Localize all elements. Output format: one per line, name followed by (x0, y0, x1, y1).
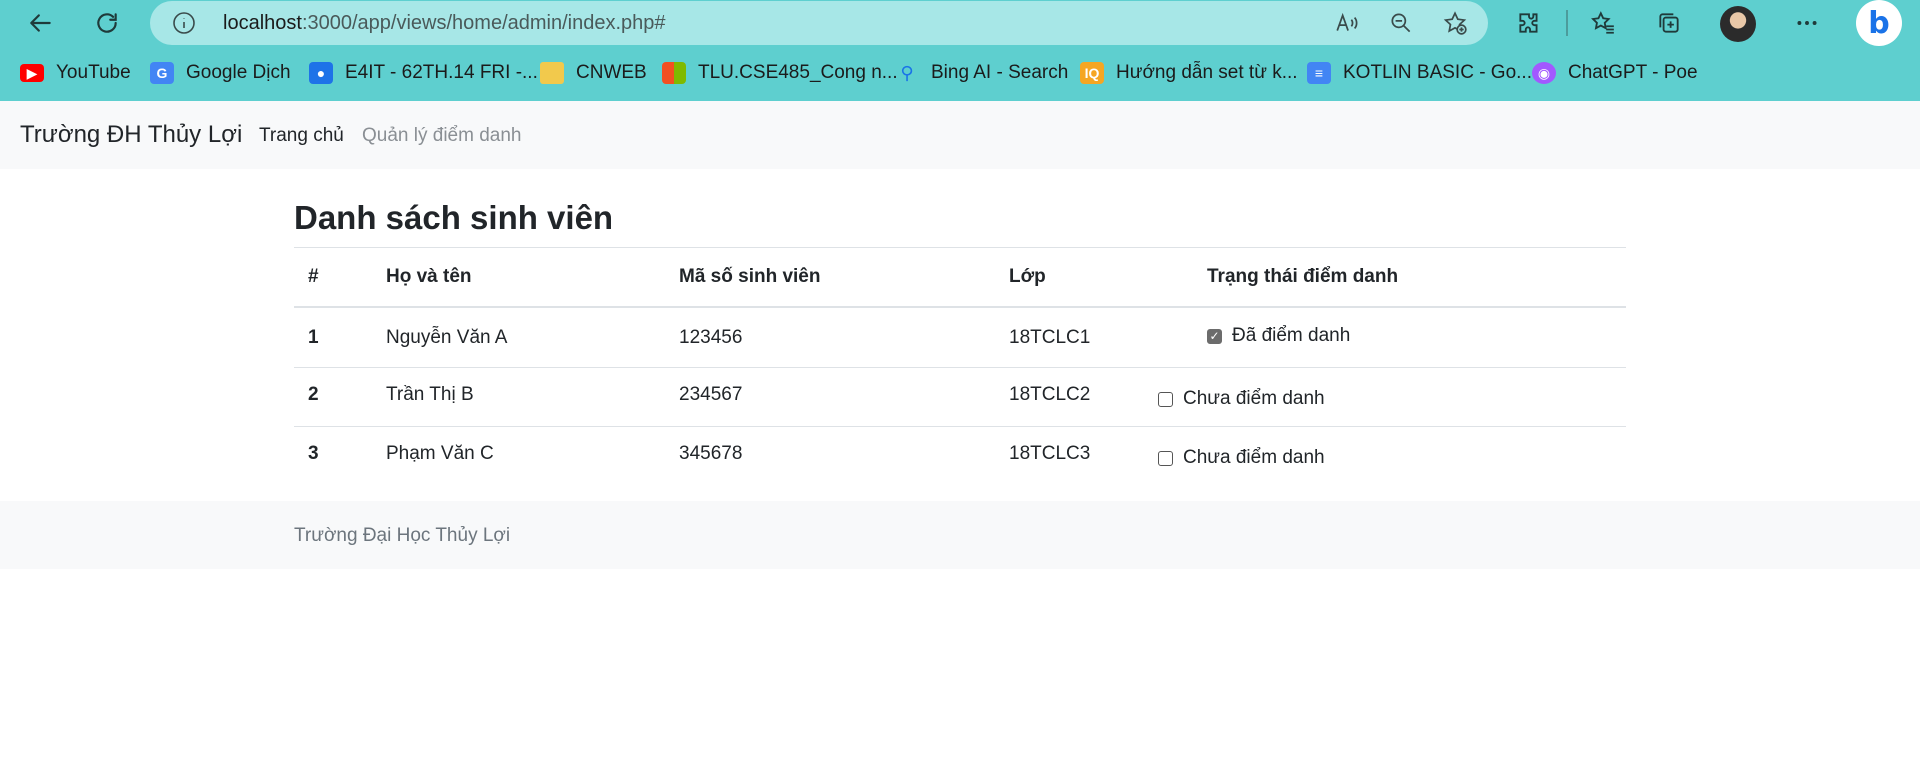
favorites-icon[interactable] (1584, 5, 1622, 41)
column-header-student-id: Mã số sinh viên (679, 266, 821, 287)
attendance-checkbox-label[interactable]: ✓ Đã điểm danh (1207, 325, 1350, 347)
search-icon: ⚲ (900, 62, 914, 83)
more-menu-icon[interactable] (1788, 5, 1826, 41)
student-class: 18TCLC2 (1009, 384, 1091, 405)
address-bar[interactable]: localhost:3000/app/views/home/admin/inde… (150, 1, 1488, 45)
extensions-icon[interactable] (1510, 5, 1548, 41)
checkbox-checked[interactable]: ✓ (1207, 328, 1222, 344)
bing-copilot-icon[interactable]: b (1856, 0, 1902, 46)
bookmark-tlu-cse485[interactable]: TLU.CSE485_Cong n... (662, 60, 898, 86)
student-id: 345678 (679, 443, 743, 464)
site-info-icon[interactable] (172, 11, 196, 35)
attendance-checkbox-label[interactable]: Chưa điểm danh (1158, 447, 1325, 469)
row-number: 1 (308, 327, 319, 348)
youtube-icon: ▶ (20, 64, 44, 82)
column-header-number: # (308, 266, 319, 287)
column-header-class: Lớp (1009, 266, 1046, 287)
site-footer: Trường Đại Học Thủy Lợi (0, 501, 1920, 569)
back-icon[interactable] (22, 5, 60, 41)
column-header-status: Trạng thái điểm danh (1207, 266, 1399, 287)
bookmark-bing-ai[interactable]: ⚲ Bing AI - Search (895, 60, 1068, 86)
bookmark-google-dich[interactable]: G Google Dịch (150, 60, 291, 86)
browser-toolbar: localhost:3000/app/views/home/admin/inde… (0, 0, 1920, 46)
zoom-icon[interactable] (1388, 10, 1414, 36)
student-id: 123456 (679, 327, 743, 348)
student-id: 234567 (679, 384, 743, 405)
collections-icon[interactable] (1650, 5, 1688, 41)
folder-icon (540, 62, 564, 84)
student-name: Phạm Văn C (386, 443, 494, 464)
table-header: # Họ và tên Mã số sinh viên Lớp Trạng th… (294, 248, 1626, 308)
bookmark-huong-dan[interactable]: IQ Hướng dẫn set từ k... (1080, 60, 1298, 86)
url-text: localhost:3000/app/views/home/admin/inde… (223, 12, 666, 34)
reload-icon[interactable] (88, 5, 126, 41)
footer-text: Trường Đại Học Thủy Lợi (294, 525, 511, 546)
poe-icon: ◉ (1532, 62, 1556, 84)
table-row: 2 Trần Thị B 234567 18TCLC2 Chưa điểm da… (294, 368, 1626, 427)
bookmark-chatgpt-poe[interactable]: ◉ ChatGPT - Poe (1532, 60, 1698, 86)
bookmark-cnweb[interactable]: CNWEB (540, 60, 647, 86)
bookmark-youtube[interactable]: ▶ YouTube (20, 60, 131, 86)
column-header-name: Họ và tên (386, 266, 472, 287)
checkbox-unchecked[interactable] (1158, 391, 1173, 407)
add-favorite-icon[interactable] (1442, 10, 1468, 36)
brand-link[interactable]: Trường ĐH Thủy Lợi (20, 121, 242, 149)
read-aloud-icon[interactable] (1334, 10, 1360, 36)
nav-home-link[interactable]: Trang chủ (259, 125, 344, 147)
checkbox-unchecked[interactable] (1158, 450, 1173, 466)
bookmark-e4it[interactable]: ● E4IT - 62TH.14 FRI -... (309, 60, 538, 86)
site-navbar: Trường ĐH Thủy Lợi Trang chủ Quản lý điể… (0, 101, 1920, 169)
table-row: 3 Phạm Văn C 345678 18TCLC3 Chưa điểm da… (294, 427, 1626, 486)
row-number: 3 (308, 443, 319, 464)
attendance-checkbox-label[interactable]: Chưa điểm danh (1158, 388, 1325, 410)
iq-icon: IQ (1080, 62, 1104, 84)
page-title: Danh sách sinh viên (294, 199, 614, 236)
student-class: 18TCLC1 (1009, 327, 1091, 348)
toolbar-separator (1566, 10, 1568, 36)
microsoft-icon (662, 62, 686, 84)
classroom-icon: ● (309, 62, 333, 84)
nav-attendance-link[interactable]: Quản lý điểm danh (362, 125, 522, 147)
table-row: 1 Nguyễn Văn A 123456 18TCLC1 ✓ Đã điểm … (294, 309, 1626, 368)
google-translate-icon: G (150, 62, 174, 84)
student-class: 18TCLC3 (1009, 443, 1091, 464)
student-name: Trần Thị B (386, 384, 474, 405)
bookmark-kotlin-basic[interactable]: ≡ KOTLIN BASIC - Go... (1307, 60, 1532, 86)
student-name: Nguyễn Văn A (386, 327, 508, 348)
bookmarks-bar: ▶ YouTube G Google Dịch ● E4IT - 62TH.14… (0, 54, 1920, 92)
profile-avatar[interactable] (1720, 6, 1756, 42)
row-number: 2 (308, 384, 319, 405)
browser-chrome: localhost:3000/app/views/home/admin/inde… (0, 0, 1920, 101)
docs-icon: ≡ (1307, 62, 1331, 84)
